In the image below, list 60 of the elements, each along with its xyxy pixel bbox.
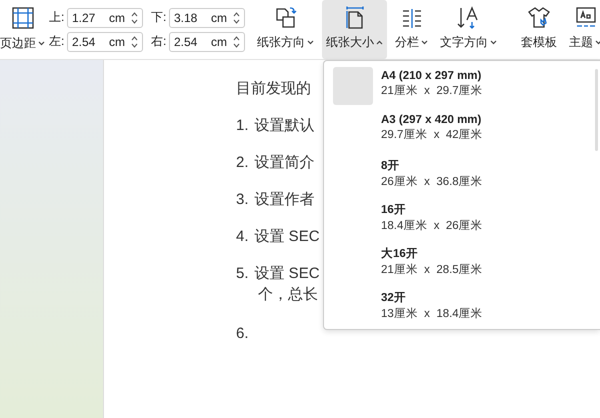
paper-dimensions: 26厘米 x 36.8厘米 <box>381 174 483 189</box>
paper-size-name: 8开 <box>381 159 400 173</box>
spinner-icon <box>131 10 138 24</box>
paper-size-name: A4 (210 x 297 mm) <box>381 70 482 82</box>
margin-label: 右: <box>151 33 167 50</box>
margins-icon <box>12 7 34 29</box>
paper-size-item[interactable]: 8开 26厘米 x 36.8厘米 <box>333 155 600 193</box>
document-text: 个，总长 <box>258 285 318 305</box>
caret-icon <box>38 41 45 46</box>
margin-field[interactable]: 1.27 cm <box>67 8 143 28</box>
paper-size-name: 32开 <box>381 291 407 305</box>
paper-size-item[interactable]: A4 (210 x 297 mm) 21厘米 x 29.7厘米 <box>333 67 600 105</box>
caret-icon <box>490 40 497 45</box>
paper-size-name: A3 (297 x 420 mm) <box>381 114 482 126</box>
list-number: 2. <box>236 153 249 173</box>
list-number: 4. <box>236 227 249 247</box>
ribbon-button[interactable]: 文字方向 <box>436 0 501 59</box>
paper-size-item[interactable]: 16开 18.4厘米 x 26厘米 <box>333 199 600 237</box>
paper-dimensions: 21厘米 x 29.7厘米 <box>381 84 483 98</box>
spinner-icon <box>233 10 240 24</box>
margin-label: 左: <box>49 33 65 50</box>
caret-icon <box>421 40 428 45</box>
ribbon-button[interactable]: 套模板 <box>517 0 561 59</box>
paper-size-name: 16开 <box>381 203 407 217</box>
margin-label: 下: <box>151 9 167 26</box>
caret-icon <box>595 40 600 45</box>
margins-button[interactable]: 页边距 <box>0 0 45 59</box>
margin-field[interactable]: 3.18 cm <box>169 8 245 28</box>
paper-size-name: 大16开 <box>381 246 419 261</box>
paper-dimensions: 21厘米 x 28.5厘米 <box>381 262 483 277</box>
paper-size-item[interactable]: 大16开 21厘米 x 28.5厘米 <box>333 243 600 281</box>
spinner-icon <box>233 34 240 48</box>
document-text: 设置 SEC <box>254 227 320 247</box>
document-text: 设置简介 <box>254 153 315 173</box>
document-text: 设置默认 <box>254 116 315 136</box>
paper-size-item[interactable]: A3 (297 x 420 mm) 29.7厘米 x 42厘米 <box>333 111 600 149</box>
document-text: 设置 SEC <box>254 264 320 284</box>
margin-field[interactable]: 2.54 cm <box>169 32 245 52</box>
margin-field[interactable]: 2.54 cm <box>67 32 143 52</box>
document-text: 设置作者 <box>254 190 315 210</box>
ribbon-button[interactable]: 分栏 <box>391 0 432 59</box>
ribbon-button[interactable]: 纸张方向 <box>253 0 318 59</box>
list-number: 5. <box>236 264 249 284</box>
document-text: 目前发现的 <box>236 79 311 99</box>
ribbon-button[interactable]: 纸张大小 <box>322 0 387 59</box>
paper-dimensions: 29.7厘米 x 42厘米 <box>381 128 483 142</box>
spinner-icon <box>131 34 138 48</box>
caret-icon <box>307 40 314 45</box>
page-orientation-icon <box>274 6 298 30</box>
list-number: 1. <box>236 116 249 136</box>
paper-dimensions: 18.4厘米 x 26厘米 <box>381 218 483 233</box>
shirt-icon <box>526 6 552 30</box>
list-number: 6. <box>236 324 249 344</box>
paper-size-item[interactable]: 32开 13厘米 x 18.4厘米 <box>333 287 600 325</box>
caret-icon <box>376 40 383 45</box>
scrollbar[interactable] <box>595 69 598 151</box>
list-number: 3. <box>236 190 249 210</box>
ribbon-button[interactable]: 主题 <box>565 0 600 59</box>
paper-dimensions: 13厘米 x 18.4厘米 <box>381 306 483 321</box>
margin-label: 上: <box>49 9 65 26</box>
